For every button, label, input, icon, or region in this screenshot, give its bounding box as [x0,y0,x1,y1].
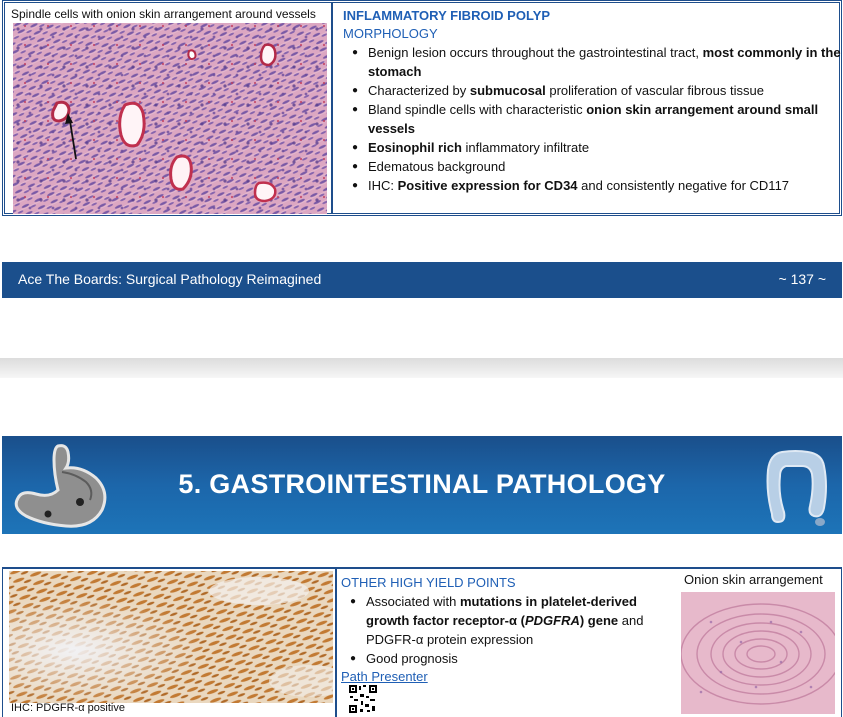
bullet-text-run: Edematous background [368,159,506,174]
chapter-header-banner: 5. GASTROINTESTINAL PATHOLOGY [2,436,842,534]
bullet-item: IHC: Positive expression for CD34 and co… [343,176,843,195]
bullet-text-run: Bland spindle cells with characteristic [368,102,587,117]
ihc-image-cell: IHC: PDGFR-α positive [3,569,337,717]
morphology-image-cell: Spindle cells with onion skin arrangemen… [5,3,333,214]
bullet-item: Associated with mutations in platelet-de… [341,592,661,649]
colon-icon [766,450,827,526]
bullet-text-run: ) gene [579,613,619,628]
bullet-text-run: Good prognosis [366,651,458,666]
bullet-text-run: inflammatory infiltrate [461,140,590,155]
bullet-item: Bland spindle cells with characteristic … [343,100,843,138]
bullet-text-run: Associated with [366,594,460,609]
morphology-text-cell: INFLAMMATORY FIBROID POLYP MORPHOLOGY Be… [343,7,843,195]
onion-skin-image [681,592,835,714]
high-yield-bullet-list: Associated with mutations in platelet-de… [341,592,661,668]
section-subtitle: MORPHOLOGY [343,26,438,41]
chapter-title: 5. GASTROINTESTINAL PATHOLOGY [178,469,666,499]
he-histology-svg [13,23,327,214]
bullet-text-run: IHC: [368,178,398,193]
bullet-text-run: Characterized by [368,83,470,98]
morphology-table: Spindle cells with onion skin arrangemen… [2,0,842,216]
bullet-item: Characterized by submucosal proliferatio… [343,81,843,100]
onion-skin-svg [681,592,835,714]
qr-code-icon[interactable] [348,684,378,714]
bullet-text-run: proliferation of vascular fibrous tissue [545,83,764,98]
page-separator [0,358,843,378]
bullet-item: Eosinophil rich inflammatory infiltrate [343,138,843,157]
bullet-text-run: Positive expression for CD34 [397,178,578,193]
section-title: INFLAMMATORY FIBROID POLYP [343,8,551,23]
bullet-text-run: Eosinophil rich [368,140,462,155]
path-presenter-link[interactable]: Path Presenter [341,669,428,684]
ihc-image-caption: IHC: PDGFR-α positive [11,702,125,714]
onion-image-caption: Onion skin arrangement [684,572,823,587]
footer-page-number: ~ 137 ~ [778,271,827,287]
he-histology-image [13,23,327,214]
morphology-table-inner-border: Spindle cells with onion skin arrangemen… [4,2,843,214]
bullet-item: Benign lesion occurs throughout the gast… [343,43,843,81]
bullet-text-run: submucosal [469,83,546,98]
bullet-item: Good prognosis [341,649,661,668]
footer-book-title: Ace The Boards: Surgical Pathology Reima… [18,271,322,287]
morphology-bullet-list: Benign lesion occurs throughout the gast… [343,43,843,195]
ihc-stain-image [9,571,333,703]
high-yield-text-cell: OTHER HIGH YIELD POINTS Associated with … [341,574,661,686]
page-footer-bar: Ace The Boards: Surgical Pathology Reima… [2,262,842,298]
he-image-caption: Spindle cells with onion skin arrangemen… [11,7,316,21]
bullet-text-run: and consistently negative for CD117 [577,178,790,193]
high-yield-title: OTHER HIGH YIELD POINTS [341,575,516,590]
ihc-stain-svg [9,571,333,703]
bullet-text-run: PDGFRA [524,613,580,628]
bullet-item: Edematous background [343,157,843,176]
bullet-text-run: Benign lesion occurs throughout the gast… [368,45,703,60]
